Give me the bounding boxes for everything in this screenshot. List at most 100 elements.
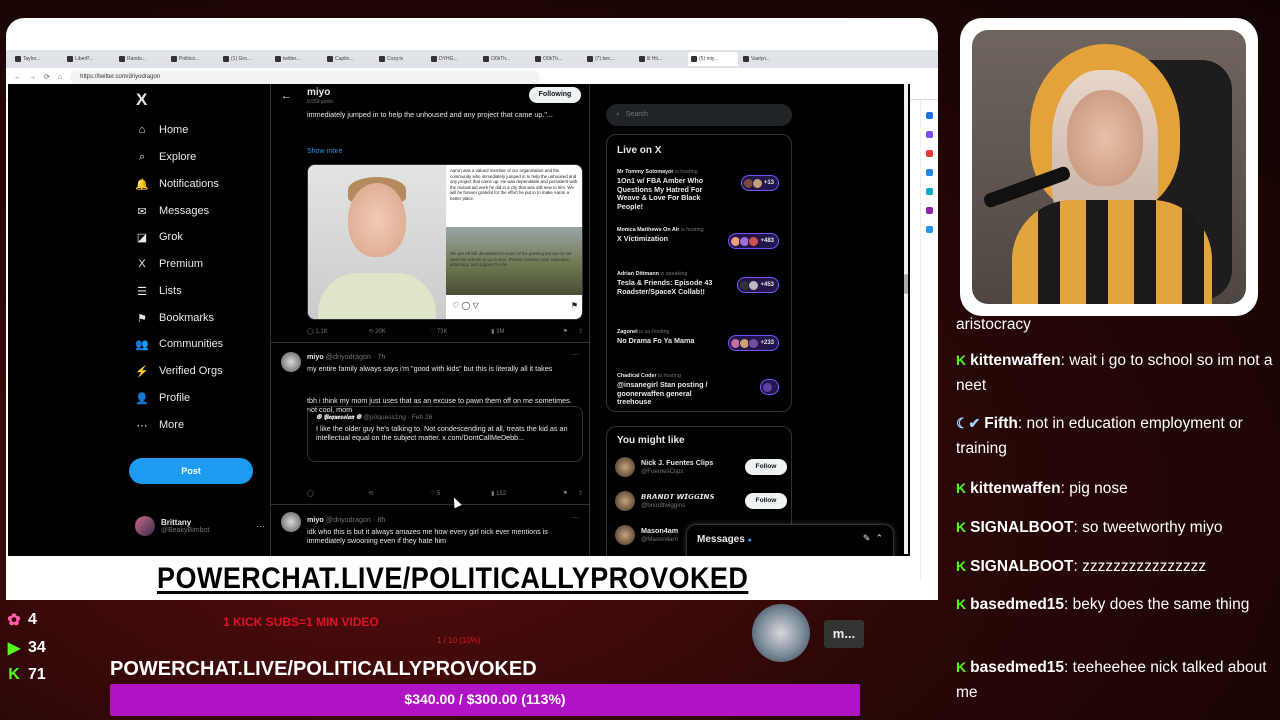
kick-badge-icon: K	[956, 352, 967, 368]
browser-tab[interactable]: LiberP...	[64, 52, 114, 66]
listener-pill[interactable]	[760, 379, 779, 395]
chevron-up-icon[interactable]: ⌃	[875, 533, 883, 543]
bell-icon: 🔔	[135, 178, 149, 191]
tab-label: lil Hit...	[647, 56, 662, 62]
search-input[interactable]: ⌕ Search	[606, 104, 792, 126]
home-icon[interactable]: ⌂	[58, 74, 62, 81]
browser-tab[interactable]: (7) bec...	[584, 52, 634, 66]
live-space-item[interactable]: Adrian Dittmann is speaking Tesla & Frien…	[617, 271, 787, 296]
tab-label: Capito...	[335, 56, 354, 62]
following-button[interactable]: Following	[529, 87, 581, 103]
reply-button[interactable]: ◯	[307, 490, 368, 497]
listener-pill[interactable]: +13	[740, 175, 779, 191]
account-name: 𝘽𝙍𝘼𝙉𝘿𝙏 𝙒𝙄𝙂𝙂𝙄𝙉𝙎	[641, 492, 715, 501]
office-icon[interactable]	[926, 188, 933, 195]
bookmark-icon[interactable]: ⚑	[563, 328, 568, 335]
nav-item-explore[interactable]: ⌕ Explore	[135, 147, 196, 167]
tab-label: (7) bec...	[595, 56, 615, 62]
nav-item-communities[interactable]: 👥 Communities	[135, 334, 223, 354]
x-logo-icon[interactable]: X	[136, 90, 147, 110]
more-icon[interactable]: ⋯	[571, 350, 579, 359]
reply-button[interactable]: ◯ 1.1K	[307, 328, 368, 335]
browser-tab[interactable]: Politico...	[168, 52, 218, 66]
browser-tab[interactable]: twitter...	[272, 52, 322, 66]
more-icon[interactable]: ⋯	[256, 521, 265, 532]
search-icon[interactable]	[926, 112, 933, 119]
live-space-item[interactable]: Mr Tommy Sotomayor is hosting 1On1 w/ FBA…	[617, 169, 787, 211]
nav-item-grok[interactable]: ◪ Grok	[135, 227, 183, 247]
nav-label: Premium	[159, 258, 204, 270]
live-space-item[interactable]: Monica Matthews On Air is hosting X Victi…	[617, 227, 787, 249]
browser-tab[interactable]: Cozy.tv	[376, 52, 426, 66]
quoted-tweet[interactable]: ❆ 𝕻𝖊𝖖𝖚𝖊𝖘𝖘𝖎𝖆𝖓 ❆ @p0quess1ng · Feb 26 I li…	[307, 406, 583, 462]
nav-item-more[interactable]: ⋯ More	[135, 415, 185, 435]
live-title: X Victimization	[617, 234, 668, 243]
tweet-media[interactable]: Aaron was a valued member of our organiz…	[307, 164, 583, 320]
statement-screenshot: Aaron was a valued member of our organiz…	[446, 165, 582, 319]
outlook-icon[interactable]	[926, 226, 933, 233]
mail-icon: ✉	[137, 205, 147, 218]
account-switcher[interactable]: Brittany @BeakyBimbot ⋯	[135, 516, 265, 536]
back-icon[interactable]: ←	[14, 74, 21, 81]
listener-pill[interactable]: +453	[737, 277, 779, 293]
like-button[interactable]: ♡ 73K	[430, 328, 491, 335]
browser-tab[interactable]: lil Hit...	[636, 52, 686, 66]
nav-label: Profile	[159, 392, 191, 404]
nav-item-notifications[interactable]: 🔔 Notifications	[135, 174, 219, 194]
views-button[interactable]: ▮ 152	[491, 490, 552, 497]
browser-tab[interactable]: Rando...	[116, 52, 166, 66]
suggested-account[interactable]: Nick J. Fuentes Clips @FuentesClips Follow	[615, 455, 787, 479]
page-scrollbar[interactable]	[904, 84, 908, 554]
nav-item-verified-orgs[interactable]: ⚡ Verified Orgs	[135, 361, 222, 381]
browser-tab[interactable]: DYHG...	[428, 52, 478, 66]
nav-item-bookmarks[interactable]: ⚑ Bookmarks	[135, 308, 214, 328]
tools-icon[interactable]	[926, 207, 933, 214]
browser-tab[interactable]: (5) miy...	[688, 52, 738, 66]
messages-drawer[interactable]: Messages ● ✎ ⌃	[686, 524, 894, 556]
back-arrow-icon[interactable]: ←	[281, 90, 292, 102]
account-handle: @Mason4am	[641, 536, 678, 543]
url-input[interactable]: https://twitter.com/driyodragon	[70, 70, 541, 84]
browser-tab[interactable]: (1) Gro...	[220, 52, 270, 66]
games-icon[interactable]	[926, 169, 933, 176]
avatar[interactable]	[281, 512, 301, 532]
follow-button[interactable]: Follow	[745, 493, 787, 509]
quote-text: I like the older guy he's talking to. No…	[316, 424, 568, 442]
like-button[interactable]: ♡ 5	[430, 490, 491, 497]
avatar[interactable]	[281, 352, 301, 372]
forward-icon[interactable]: →	[29, 74, 36, 81]
follow-button[interactable]: Follow	[745, 459, 787, 475]
live-space-item[interactable]: Chadical Coder is hosting @insanegirl Sta…	[617, 373, 787, 407]
nav-item-premium[interactable]: X Premium	[135, 254, 203, 274]
repost-button[interactable]: ⟲ 20K	[368, 328, 429, 335]
listener-pill[interactable]: +483	[728, 233, 779, 249]
nav-item-home[interactable]: ⌂ Home	[135, 120, 189, 140]
nav-item-messages[interactable]: ✉ Messages	[135, 201, 209, 221]
browser-tab[interactable]: O0kTh...	[532, 52, 582, 66]
shopping-icon[interactable]	[926, 150, 933, 157]
compose-icon[interactable]: ✎	[863, 533, 871, 543]
listener-pill[interactable]: +233	[728, 335, 779, 351]
refresh-icon[interactable]: ⟳	[44, 73, 50, 81]
live-space-item[interactable]: Zagonel is co-hosting No Drama Fo Ya Mama…	[617, 329, 787, 351]
show-more-link[interactable]: Show more	[307, 148, 342, 155]
repost-button[interactable]: ⟲	[368, 490, 429, 497]
browser-tab[interactable]: Vaelyn...	[740, 52, 790, 66]
post-button[interactable]: Post	[129, 458, 253, 484]
nav-item-profile[interactable]: 👤 Profile	[135, 388, 190, 408]
share-icon[interactable]: ⇪	[578, 490, 583, 497]
account-handle: @BeakyBimbot	[161, 527, 210, 534]
browser-tab[interactable]: Taylor...	[12, 52, 62, 66]
live-title: @insanegirl Stan posting / goonerwaffen …	[617, 380, 708, 406]
browser-tab[interactable]: O0kTh...	[480, 52, 530, 66]
extension-icon[interactable]	[926, 131, 933, 138]
account-name: Nick J. Fuentes Clips	[641, 458, 714, 467]
views-button[interactable]: ▮ 3M	[491, 328, 552, 335]
nav-item-lists[interactable]: ☰ Lists	[135, 281, 182, 301]
more-icon[interactable]: ⋯	[571, 513, 579, 522]
browser-tab[interactable]: Capito...	[324, 52, 374, 66]
tab-label: O0kTh...	[491, 56, 511, 62]
bookmark-icon[interactable]: ⚑	[563, 490, 568, 497]
suggested-account[interactable]: 𝘽𝙍𝘼𝙉𝘿𝙏 𝙒𝙄𝙂𝙂𝙄𝙉𝙎 @brxndtwiggins Follow	[615, 489, 787, 513]
share-icon[interactable]: ⇪	[578, 328, 583, 335]
